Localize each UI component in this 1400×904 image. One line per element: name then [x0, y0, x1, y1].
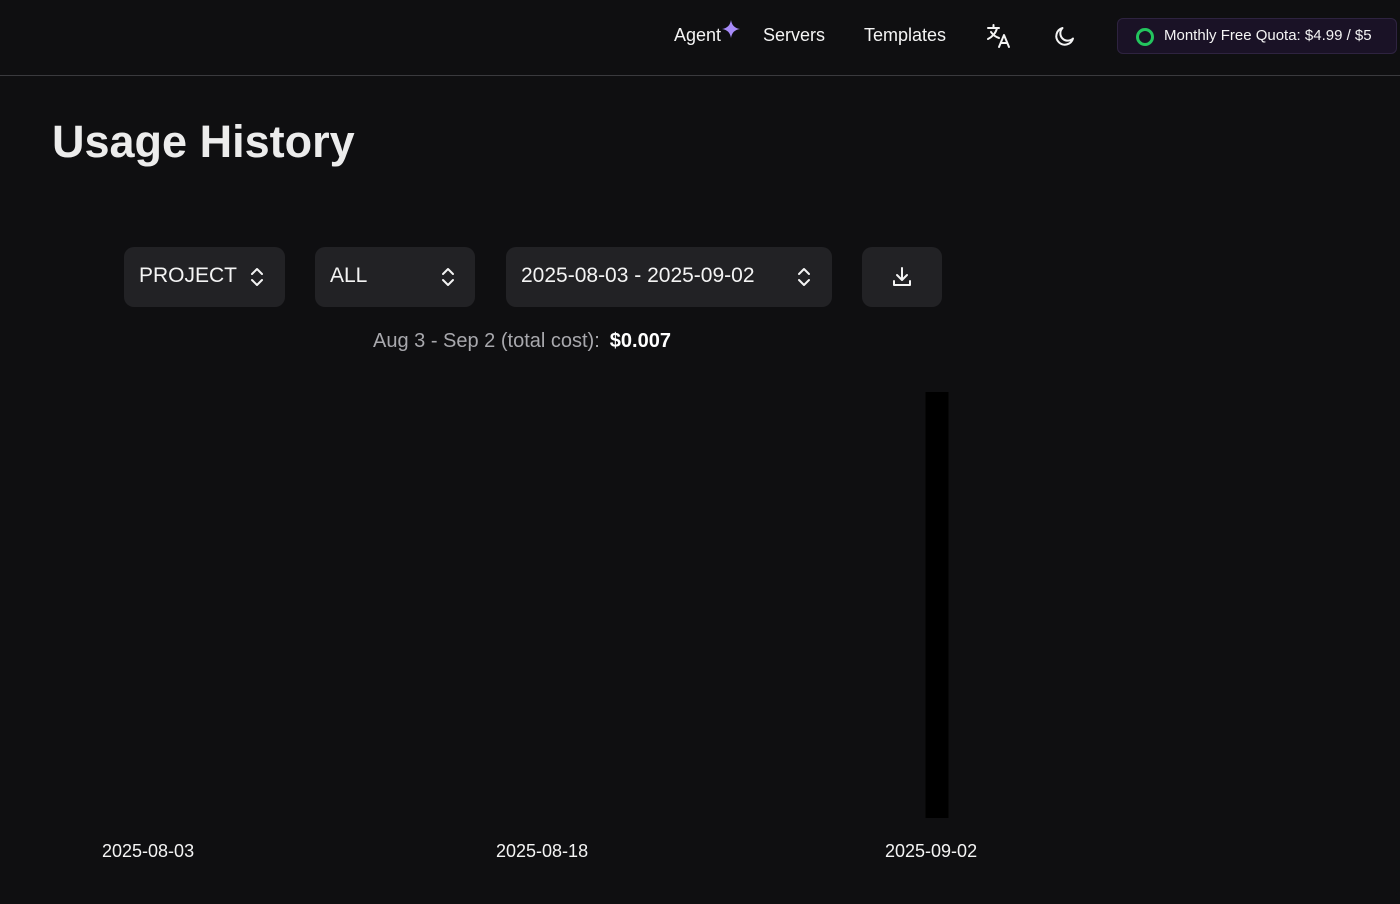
nav-templates-link[interactable]: Templates: [864, 23, 946, 47]
scope-select[interactable]: ALL: [315, 247, 475, 307]
total-cost-label: Aug 3 - Sep 2 (total cost):: [373, 330, 600, 352]
monthly-quota-badge[interactable]: Monthly Free Quota: $4.99 / $5: [1117, 18, 1397, 54]
x-tick-label: 2025-08-03: [102, 841, 195, 861]
x-tick-label: 2025-09-02: [885, 841, 978, 861]
nav-servers-link[interactable]: Servers: [763, 23, 825, 47]
quota-text: Monthly Free Quota: $4.99 / $5: [1164, 27, 1372, 44]
download-button[interactable]: [862, 247, 942, 307]
date-range-value: 2025-08-03 - 2025-09-02: [521, 264, 755, 287]
chevron-up-down-icon: [251, 268, 263, 286]
top-navigation-bar: Agent Servers Templates Monthly Free Quo…: [0, 0, 1400, 76]
chevron-up-down-icon: [442, 268, 454, 286]
bar-2025-09-02[interactable]: [925, 392, 949, 818]
moon-icon[interactable]: [1053, 24, 1077, 48]
group-by-select[interactable]: PROJECT: [124, 247, 285, 307]
total-cost-summary: Aug 3 - Sep 2 (total cost): $0.007: [373, 330, 671, 353]
x-tick-label: 2025-08-18: [496, 841, 589, 861]
page-title: Usage History: [52, 116, 355, 167]
group-by-value: PROJECT: [139, 264, 238, 287]
date-range-select[interactable]: 2025-08-03 - 2025-09-02: [506, 247, 832, 307]
translate-icon[interactable]: [986, 23, 1012, 49]
quota-status-icon: [1136, 28, 1154, 46]
sparkle-icon: [722, 20, 740, 38]
scope-value: ALL: [330, 264, 368, 287]
chevron-up-down-icon: [798, 268, 810, 286]
nav-agent-link[interactable]: Agent: [674, 23, 721, 47]
usage-chart: [925, 392, 949, 818]
total-cost-value: $0.007: [609, 330, 671, 352]
download-icon: [893, 267, 911, 286]
